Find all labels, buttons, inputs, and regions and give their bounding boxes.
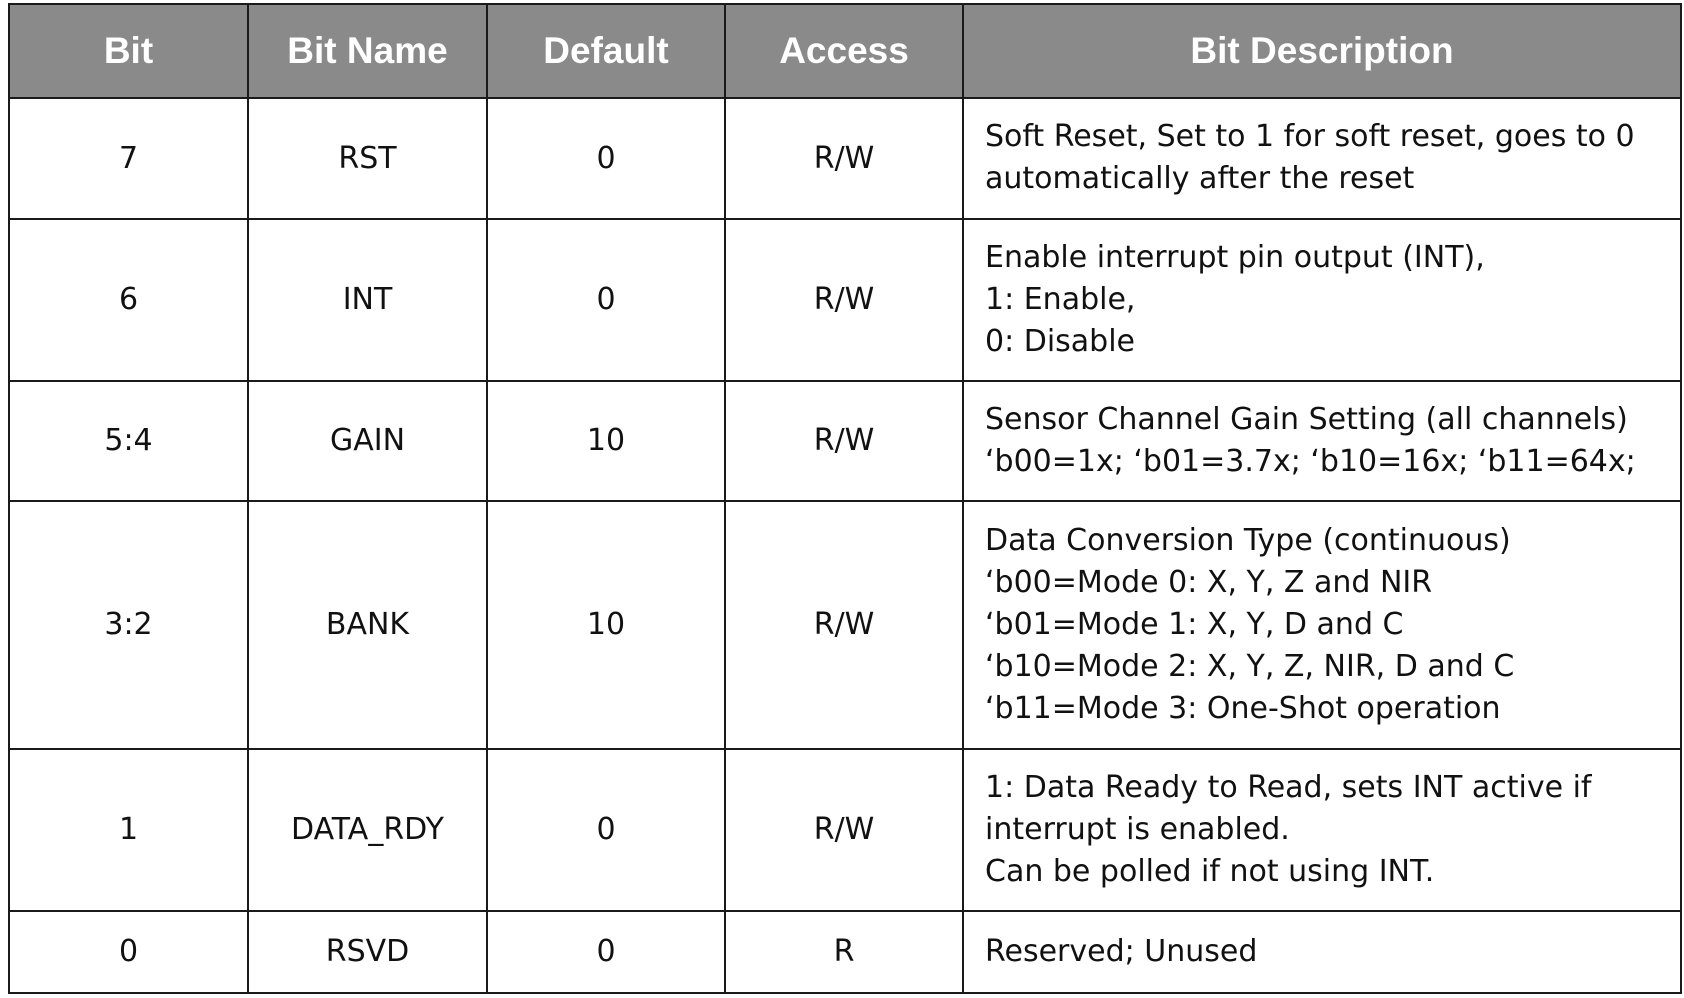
description-line: Enable interrupt pin output (INT),	[985, 239, 1485, 275]
cell-bit: 5:4	[8, 379, 249, 503]
description-line: Soft Reset, Set to 1 for soft reset, goe…	[985, 119, 1635, 155]
cell-description: Sensor Channel Gain Setting (all channel…	[962, 379, 1682, 503]
cell-description: Data Conversion Type (continuous) ‘b00=M…	[962, 500, 1682, 750]
table-header-row: Bit Bit Name Default Access Bit Descript…	[8, 3, 1682, 99]
header-description: Bit Description	[962, 3, 1682, 99]
cell-default: 0	[486, 97, 726, 220]
cell-access: R/W	[724, 379, 964, 503]
cell-access: R/W	[724, 97, 964, 220]
cell-bit-name: INT	[247, 217, 488, 382]
cell-default: 0	[486, 217, 726, 382]
cell-description: Soft Reset, Set to 1 for soft reset, goe…	[962, 97, 1682, 220]
description-line: automatically after the reset	[985, 161, 1415, 197]
cell-description: Enable interrupt pin output (INT), 1: En…	[962, 217, 1682, 382]
description-line: 1: Data Ready to Read, sets INT active i…	[985, 769, 1592, 805]
cell-bit: 0	[8, 909, 249, 995]
cell-bit-name: RSVD	[247, 909, 488, 995]
header-bit: Bit	[8, 3, 249, 99]
description-line: Reserved; Unused	[985, 933, 1258, 969]
cell-bit: 3:2	[8, 500, 249, 750]
header-default: Default	[486, 3, 726, 99]
register-table: Bit Bit Name Default Access Bit Descript…	[8, 3, 1682, 995]
description-line: Can be polled if not using INT.	[985, 853, 1435, 889]
header-access: Access	[724, 3, 964, 99]
description-line: ‘b00=Mode 0: X, Y, Z and NIR	[985, 564, 1433, 600]
cell-description: Reserved; Unused	[962, 909, 1682, 995]
cell-bit: 1	[8, 747, 249, 912]
cell-bit-name: RST	[247, 97, 488, 220]
cell-bit-name: GAIN	[247, 379, 488, 503]
cell-default: 10	[486, 500, 726, 750]
cell-bit: 6	[8, 217, 249, 382]
description-line: ‘b10=Mode 2: X, Y, Z, NIR, D and C	[985, 648, 1515, 684]
table-row: 3:2 BANK 10 R/W Data Conversion Type (co…	[8, 500, 1682, 750]
cell-description: 1: Data Ready to Read, sets INT active i…	[962, 747, 1682, 912]
cell-default: 0	[486, 909, 726, 995]
cell-default: 0	[486, 747, 726, 912]
cell-default: 10	[486, 379, 726, 503]
table-row: 7 RST 0 R/W Soft Reset, Set to 1 for sof…	[8, 97, 1682, 220]
description-line: ‘b11=Mode 3: One-Shot operation	[985, 690, 1501, 726]
cell-bit: 7	[8, 97, 249, 220]
table-row: 6 INT 0 R/W Enable interrupt pin output …	[8, 217, 1682, 382]
table-row: 0 RSVD 0 R Reserved; Unused	[8, 909, 1682, 995]
description-line: ‘b01=Mode 1: X, Y, D and C	[985, 606, 1404, 642]
header-bit-name: Bit Name	[247, 3, 488, 99]
description-line: Data Conversion Type (continuous)	[985, 522, 1511, 558]
table-row: 1 DATA_RDY 0 R/W 1: Data Ready to Read, …	[8, 747, 1682, 912]
cell-bit-name: DATA_RDY	[247, 747, 488, 912]
cell-access: R/W	[724, 500, 964, 750]
cell-access: R/W	[724, 217, 964, 382]
cell-access: R	[724, 909, 964, 995]
description-line: Sensor Channel Gain Setting (all channel…	[985, 401, 1628, 437]
cell-access: R/W	[724, 747, 964, 912]
cell-bit-name: BANK	[247, 500, 488, 750]
description-line: ‘b00=1x; ‘b01=3.7x; ‘b10=16x; ‘b11=64x;	[985, 443, 1636, 479]
description-line: 1: Enable,	[985, 281, 1136, 317]
description-line: 0: Disable	[985, 323, 1136, 359]
description-line: interrupt is enabled.	[985, 811, 1290, 847]
table-row: 5:4 GAIN 10 R/W Sensor Channel Gain Sett…	[8, 379, 1682, 503]
